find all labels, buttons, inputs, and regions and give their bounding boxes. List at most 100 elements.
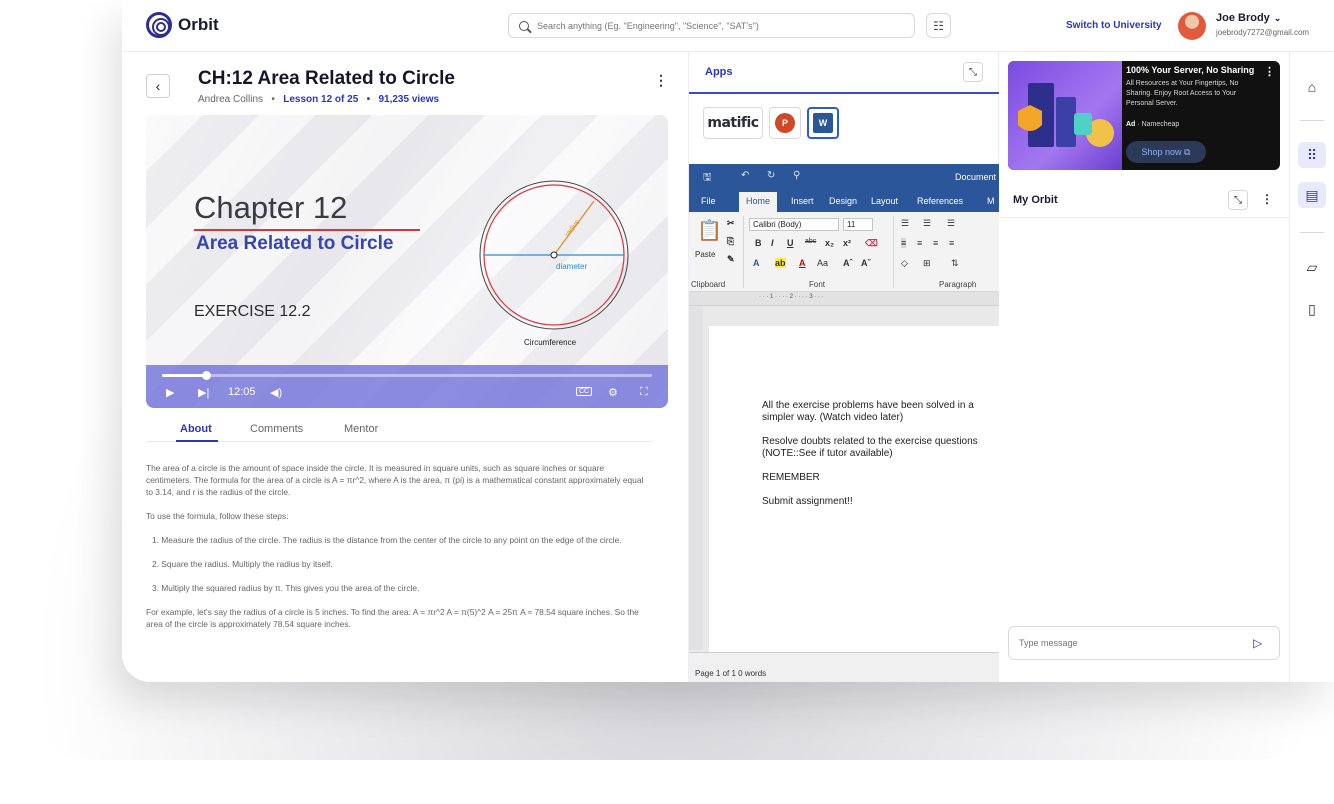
paste-icon[interactable]: 📋: [697, 218, 722, 243]
skip-next-icon[interactable]: ▶|: [198, 386, 209, 399]
italic-icon[interactable]: I: [771, 238, 774, 248]
word-editor: 🖫 ↶ ↻ ⚲ Document File Home Insert Design…: [689, 164, 999, 682]
highlight-icon[interactable]: ab: [775, 258, 786, 268]
bullets-icon[interactable]: ☰: [901, 218, 909, 229]
shrink-font-icon[interactable]: Aˇ: [861, 258, 871, 268]
shrink-icon: ⤡: [1234, 194, 1242, 206]
font-size-select[interactable]: 11: [843, 218, 873, 231]
back-button[interactable]: ‹: [146, 74, 170, 98]
collapse-button[interactable]: ⤡: [963, 62, 983, 82]
search-input[interactable]: Search anything (Eg. "Engineering", "Sci…: [537, 21, 759, 31]
customize-icon[interactable]: ⚲: [793, 170, 800, 181]
redo-icon[interactable]: ↻: [767, 170, 775, 181]
justify-icon[interactable]: ≡: [949, 238, 954, 248]
underline-icon[interactable]: U: [787, 238, 794, 248]
word-tab-mailings[interactable]: M: [987, 196, 995, 206]
progress-knob[interactable]: [202, 371, 212, 380]
search-box[interactable]: Search anything (Eg. "Engineering", "Sci…: [508, 13, 915, 38]
captions-icon[interactable]: CC: [576, 387, 593, 396]
align-center-icon[interactable]: ≡: [917, 238, 922, 248]
word-tab-layout[interactable]: Layout: [871, 196, 898, 206]
document-icon[interactable]: ▯: [1298, 296, 1326, 322]
lesson-meta: Andrea Collins • Lesson 12 of 25 • 91,23…: [198, 94, 439, 105]
ad-more-button[interactable]: ⋮: [1264, 65, 1275, 78]
slide-exercise: EXERCISE 12.2: [194, 303, 311, 320]
tab-comments[interactable]: Comments: [250, 423, 303, 435]
numbering-icon[interactable]: ☰: [923, 218, 931, 229]
horizontal-scrollbar[interactable]: [689, 652, 999, 666]
collapse-button[interactable]: ⤡: [1228, 190, 1248, 210]
video-player[interactable]: Chapter 12 Area Related to Circle EXERCI…: [146, 115, 668, 408]
logo[interactable]: Orbit: [146, 12, 219, 38]
send-icon[interactable]: ▷: [1253, 636, 1262, 650]
document-name: Document: [955, 172, 997, 182]
tab-about[interactable]: About: [180, 423, 212, 435]
undo-icon[interactable]: ↶: [741, 170, 749, 181]
copy-icon[interactable]: ⎘: [727, 236, 734, 247]
active-tab-indicator: [176, 440, 218, 442]
text-effects-icon[interactable]: A: [753, 258, 760, 268]
switch-to-university-link[interactable]: Switch to University: [1066, 20, 1162, 31]
dot-separator: •: [361, 94, 376, 105]
subscript-icon[interactable]: x₂: [825, 238, 834, 248]
play-icon[interactable]: ▶: [166, 386, 174, 399]
document-line: REMEMBER: [762, 472, 820, 483]
shading-icon[interactable]: ◇: [901, 258, 908, 269]
word-tab-home[interactable]: Home: [739, 192, 778, 212]
chevron-left-icon: ‹: [155, 78, 161, 94]
borders-icon[interactable]: ⊞: [923, 258, 931, 269]
format-painter-icon[interactable]: ✎: [727, 254, 735, 265]
sort-icon[interactable]: ⇅: [951, 258, 959, 269]
superscript-icon[interactable]: x²: [843, 238, 851, 248]
document-page[interactable]: All the exercise problems have been solv…: [709, 326, 999, 652]
more-options-button[interactable]: ⋮: [1261, 192, 1273, 206]
ad-banner[interactable]: 100% Your Server, No Sharing All Resourc…: [1008, 61, 1280, 170]
clear-format-icon[interactable]: ⌫: [865, 238, 878, 249]
matific-app-tile[interactable]: matific: [703, 107, 763, 139]
change-case-icon[interactable]: Aa: [817, 258, 828, 268]
align-right-icon[interactable]: ≡: [933, 238, 938, 248]
ruler-marks: · · · 1 · · · · 2 · · · · 3 · · ·: [759, 294, 824, 300]
message-input[interactable]: [1019, 638, 1239, 648]
shrink-icon: ⤡: [969, 66, 977, 78]
filter-button[interactable]: ☷: [926, 13, 951, 38]
align-left-icon[interactable]: ≡: [901, 238, 907, 248]
about-paragraph: The area of a circle is the amount of sp…: [146, 463, 644, 497]
word-tab-file[interactable]: File: [701, 196, 716, 206]
fullscreen-icon[interactable]: ⛶: [640, 386, 648, 399]
word-tab-insert[interactable]: Insert: [791, 196, 814, 206]
strikethrough-icon[interactable]: abc: [805, 238, 816, 245]
chat-icon[interactable]: ▤: [1298, 182, 1326, 208]
word-tab-design[interactable]: Design: [829, 196, 857, 206]
multilevel-list-icon[interactable]: ☰: [947, 218, 955, 229]
word-app-tile[interactable]: W: [807, 107, 839, 139]
horizontal-ruler: · · · 1 · · · · 2 · · · · 3 · · ·: [689, 292, 999, 306]
shop-now-label: Shop now: [1141, 147, 1182, 157]
font-name-select[interactable]: Calibri (Body): [749, 218, 839, 231]
my-orbit-title: My Orbit: [1013, 194, 1058, 206]
volume-icon[interactable]: ◀): [270, 386, 282, 399]
paste-label[interactable]: Paste: [695, 250, 715, 259]
font-color-icon[interactable]: A: [799, 258, 806, 268]
grow-font-icon[interactable]: Aˆ: [843, 258, 853, 268]
search-icon: [519, 20, 529, 31]
tab-mentor[interactable]: Mentor: [344, 423, 378, 435]
logo-text: Orbit: [178, 15, 219, 34]
bold-icon[interactable]: B: [755, 238, 762, 248]
apps-grid-icon[interactable]: ⠿: [1298, 142, 1326, 168]
shop-now-button[interactable]: Shop now ⧉: [1126, 141, 1206, 163]
document-body[interactable]: All the exercise problems have been solv…: [762, 400, 992, 520]
avatar[interactable]: [1178, 12, 1206, 40]
more-options-button[interactable]: ⋮: [654, 72, 668, 89]
home-icon[interactable]: ⌂: [1298, 74, 1326, 100]
video-progress-bar[interactable]: [162, 371, 652, 380]
word-tabs: File Home Insert Design Layout Reference…: [689, 190, 999, 212]
powerpoint-app-tile[interactable]: P: [769, 107, 801, 139]
word-tab-references[interactable]: References: [917, 196, 963, 206]
cut-icon[interactable]: ✂: [727, 218, 735, 229]
whiteboard-icon[interactable]: ▱: [1298, 254, 1326, 280]
settings-gear-icon[interactable]: ⚙: [608, 386, 618, 399]
save-icon[interactable]: 🖫: [703, 170, 712, 187]
user-menu[interactable]: Joe Brody ⌄: [1216, 12, 1281, 24]
rail-divider: [1300, 232, 1324, 233]
